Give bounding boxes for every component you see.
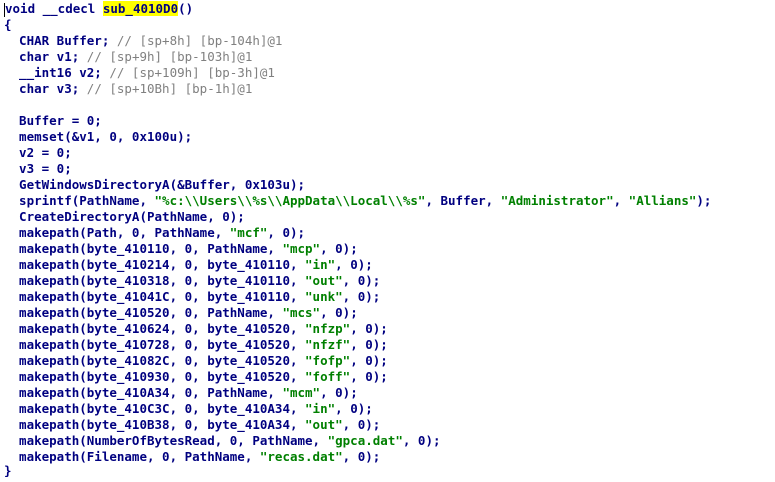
code-token: , 0);	[342, 449, 381, 464]
makepath-call: makepath(byte_410A34, 0, PathName, "mcm"…	[4, 385, 358, 401]
code-token: , 0);	[267, 225, 306, 240]
string-literal: "foff"	[305, 369, 351, 384]
makepath-call: makepath(Path, 0, PathName, "mcf", 0);	[4, 225, 305, 241]
function-name-highlight[interactable]: sub_4010D0	[102, 1, 179, 16]
code-token: , 0);	[350, 369, 388, 384]
code-token: ,	[613, 193, 629, 208]
code-token: makepath(byte_410B38, 0, byte_410A34,	[4, 417, 306, 432]
code-token: , 0);	[342, 289, 381, 304]
makepath-call: makepath(byte_410B38, 0, byte_410A34, "o…	[4, 417, 380, 433]
code-token: makepath(byte_410520, 0, PathName,	[4, 305, 283, 320]
string-literal: "fofp"	[305, 353, 351, 368]
string-literal: "mcf"	[229, 225, 268, 240]
code-token: , 0);	[320, 241, 358, 256]
code-line: }	[4, 463, 12, 478]
code-token: , 0);	[320, 385, 358, 400]
code-token: , 0);	[402, 433, 441, 448]
code-token: , 0);	[350, 353, 388, 368]
string-literal: "in"	[305, 401, 336, 416]
string-literal: "recas.dat"	[259, 449, 343, 464]
makepath-call: makepath(byte_41041C, 0, byte_410110, "u…	[4, 289, 380, 305]
code-token: makepath(Filename, 0, PathName,	[4, 449, 260, 464]
code-token: makepath(byte_410728, 0, byte_410520,	[4, 337, 306, 352]
code-line: {	[4, 17, 12, 32]
function-signature[interactable]: void __cdecl sub_4010D0()	[4, 1, 193, 17]
code-token: makepath(byte_410930, 0, byte_410520,	[4, 369, 306, 384]
code-line: CreateDirectoryA(PathName, 0);	[4, 209, 245, 224]
code-token: makepath(byte_410214, 0, byte_410110,	[4, 257, 306, 272]
string-literal: "mcs"	[282, 305, 321, 320]
code-token: , 0);	[350, 337, 388, 352]
declaration-code: char v3;	[4, 81, 87, 96]
code-token: , Buffer,	[425, 193, 501, 208]
makepath-call: makepath(byte_410C3C, 0, byte_410A34, "i…	[4, 401, 373, 417]
makepath-call: makepath(byte_410728, 0, byte_410520, "n…	[4, 337, 388, 353]
code-line: GetWindowsDirectoryA(&Buffer, 0x103u);	[4, 177, 306, 192]
makepath-call: makepath(Filename, 0, PathName, "recas.d…	[4, 449, 380, 465]
string-literal: "in"	[305, 257, 336, 272]
makepath-call: makepath(byte_410930, 0, byte_410520, "f…	[4, 369, 388, 385]
variable-declaration: __int16 v2; // [sp+109h] [bp-3h]@1	[4, 65, 275, 81]
code-token: makepath(byte_410C3C, 0, byte_410A34,	[4, 401, 306, 416]
declaration-comment: // [sp+10Bh] [bp-1h]@1	[86, 81, 253, 96]
string-literal: "gpca.dat"	[327, 433, 403, 448]
declaration-code: __int16 v2;	[4, 65, 110, 80]
code-token: makepath(byte_410110, 0, PathName,	[4, 241, 283, 256]
code-line: v3 = 0;	[4, 161, 72, 176]
makepath-call: makepath(byte_410214, 0, byte_410110, "i…	[4, 257, 373, 273]
code-token: );	[696, 193, 712, 208]
string-literal: "out"	[305, 273, 343, 288]
code-token: makepath(byte_41041C, 0, byte_410110,	[4, 289, 306, 304]
code-token: makepath(NumberOfBytesRead, 0, PathName,	[4, 433, 328, 448]
declaration-comment: // [sp+109h] [bp-3h]@1	[109, 65, 275, 80]
declaration-comment: // [sp+8h] [bp-104h]@1	[116, 33, 283, 48]
string-literal: "nfzp"	[305, 321, 351, 336]
makepath-call: makepath(byte_410110, 0, PathName, "mcp"…	[4, 241, 358, 257]
string-literal: "mcp"	[282, 241, 321, 256]
variable-declaration: CHAR Buffer; // [sp+8h] [bp-104h]@1	[4, 33, 282, 49]
code-token: sprintf(PathName,	[4, 193, 155, 208]
string-literal: "nfzf"	[305, 337, 351, 352]
string-literal: "mcm"	[282, 385, 321, 400]
code-token: , 0);	[342, 273, 381, 288]
declaration-comment: // [sp+9h] [bp-103h]@1	[86, 49, 253, 64]
string-literal: "unk"	[305, 289, 343, 304]
code-token: , 0);	[320, 305, 358, 320]
code-token: , 0);	[335, 257, 373, 272]
code-token: , 0);	[335, 401, 373, 416]
variable-declaration: char v1; // [sp+9h] [bp-103h]@1	[4, 49, 252, 65]
code-token: , 0);	[350, 321, 388, 336]
makepath-call: makepath(byte_410318, 0, byte_410110, "o…	[4, 273, 380, 289]
variable-declaration: char v3; // [sp+10Bh] [bp-1h]@1	[4, 81, 252, 97]
string-literal: "Allians"	[628, 193, 697, 208]
code-token: makepath(byte_41082C, 0, byte_410520,	[4, 353, 306, 368]
signature-prefix: void __cdecl	[5, 1, 103, 16]
code-token: , 0);	[342, 417, 381, 432]
code-line-sprintf: sprintf(PathName, "%c:\\Users\\%s\\AppDa…	[4, 193, 711, 209]
code-line: Buffer = 0;	[4, 113, 102, 128]
code-token: makepath(byte_410A34, 0, PathName,	[4, 385, 283, 400]
code-line: memset(&v1, 0, 0x100u);	[4, 129, 193, 144]
signature-suffix: ()	[178, 1, 194, 16]
string-literal: "%c:\\Users\\%s\\AppData\\Local\\%s"	[154, 193, 426, 208]
makepath-call: makepath(byte_410520, 0, PathName, "mcs"…	[4, 305, 358, 321]
declaration-code: CHAR Buffer;	[4, 33, 117, 48]
makepath-call: makepath(byte_41082C, 0, byte_410520, "f…	[4, 353, 388, 369]
code-token: makepath(byte_410318, 0, byte_410110,	[4, 273, 306, 288]
pseudocode-view[interactable]: void __cdecl sub_4010D0() { CHAR Buffer;…	[0, 0, 775, 482]
string-literal: "Administrator"	[500, 193, 614, 208]
declaration-code: char v1;	[4, 49, 87, 64]
string-literal: "out"	[305, 417, 343, 432]
code-line: v2 = 0;	[4, 145, 72, 160]
code-token: makepath(Path, 0, PathName,	[4, 225, 230, 240]
makepath-call: makepath(NumberOfBytesRead, 0, PathName,…	[4, 433, 441, 449]
makepath-call: makepath(byte_410624, 0, byte_410520, "n…	[4, 321, 388, 337]
code-token: makepath(byte_410624, 0, byte_410520,	[4, 321, 306, 336]
